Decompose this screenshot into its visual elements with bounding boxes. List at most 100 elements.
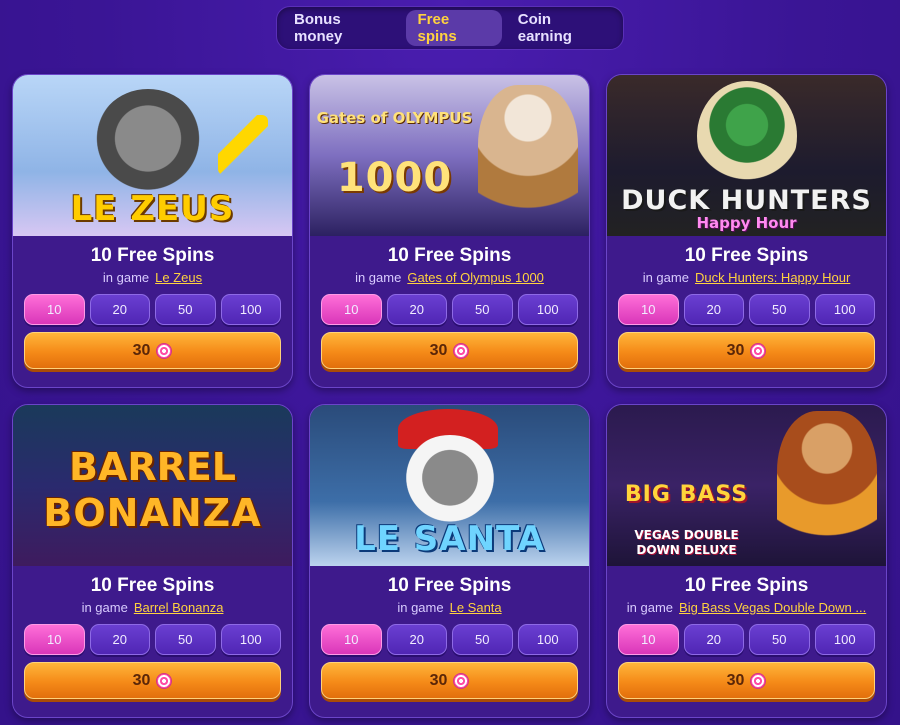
amount-option-50[interactable]: 50	[452, 294, 513, 325]
amount-option-10[interactable]: 10	[24, 294, 85, 325]
game-line: in game Big Bass Vegas Double Down ...	[607, 600, 886, 615]
cost-value: 30	[429, 671, 448, 689]
spins-title: 10 Free Spins	[90, 575, 215, 596]
in-game-label: in game	[81, 600, 128, 615]
lollipop-candy-icon	[750, 672, 767, 689]
tab-coin-earning[interactable]: Coin earning	[506, 10, 618, 46]
free-spin-card: LE SANTA 10 Free Spins in game Le Santa 1…	[309, 404, 590, 718]
amount-option-20[interactable]: 20	[683, 294, 744, 325]
game-line: in game Duck Hunters: Happy Hour	[607, 270, 886, 285]
amount-option-20[interactable]: 20	[683, 624, 744, 655]
game-logo-text: DUCK HUNTERS	[621, 185, 872, 216]
game-logo-subtext: BARREL	[68, 445, 237, 489]
amount-option-100[interactable]: 100	[220, 294, 281, 325]
game-link[interactable]: Duck Hunters: Happy Hour	[695, 270, 850, 285]
game-line: in game Le Santa	[310, 600, 589, 615]
lollipop-candy-icon	[156, 672, 173, 689]
cowboy-character-image	[777, 411, 877, 561]
free-spin-card: Gates of OLYMPUS 1000 10 Free Spins in g…	[309, 74, 590, 388]
spin-amount-selector: 10 20 50 100	[13, 624, 292, 655]
game-link[interactable]: Big Bass Vegas Double Down ...	[679, 600, 866, 615]
spins-title: 10 Free Spins	[90, 245, 215, 266]
amount-option-10[interactable]: 10	[618, 624, 679, 655]
game-logo-text: LE SANTA	[354, 519, 545, 559]
amount-option-50[interactable]: 50	[155, 624, 216, 655]
lollipop-candy-icon	[453, 672, 470, 689]
amount-option-100[interactable]: 100	[517, 294, 578, 325]
spins-title: 10 Free Spins	[684, 575, 809, 596]
game-thumbnail-big-bass-vegas[interactable]: BIG BASS VEGAS DOUBLE DOWN DELUXE	[607, 405, 886, 566]
amount-option-10[interactable]: 10	[24, 624, 85, 655]
cost-value: 30	[726, 671, 745, 689]
amount-option-50[interactable]: 50	[155, 294, 216, 325]
amount-option-20[interactable]: 20	[386, 294, 447, 325]
lollipop-candy-icon	[750, 342, 767, 359]
buy-spins-button[interactable]: 30	[618, 332, 875, 369]
buy-spins-button[interactable]: 30	[24, 332, 281, 369]
free-spin-card: BIG BASS VEGAS DOUBLE DOWN DELUXE 10 Fre…	[606, 404, 887, 718]
tab-bonus-money[interactable]: Bonus money	[282, 10, 402, 46]
raccoon-character-image	[93, 89, 203, 199]
game-logo-text: BIG BASS	[624, 482, 749, 507]
amount-option-10[interactable]: 10	[618, 294, 679, 325]
amount-option-10[interactable]: 10	[321, 624, 382, 655]
game-link[interactable]: Gates of Olympus 1000	[407, 270, 544, 285]
free-spin-card: LE ZEUS 10 Free Spins in game Le Zeus 10 …	[12, 74, 293, 388]
in-game-label: in game	[355, 270, 402, 285]
tab-free-spins[interactable]: Free spins	[405, 10, 502, 46]
cost-value: 30	[132, 341, 151, 359]
game-logo-subtext: VEGAS DOUBLE DOWN DELUXE	[634, 528, 739, 557]
in-game-label: in game	[397, 600, 444, 615]
amount-option-50[interactable]: 50	[749, 294, 810, 325]
spin-amount-selector: 10 20 50 100	[13, 294, 292, 325]
lightning-bolt-icon	[218, 115, 268, 175]
game-logo-subtext: Happy Hour	[696, 214, 797, 232]
spins-title: 10 Free Spins	[684, 245, 809, 266]
game-logo-subtext: Gates of OLYMPUS	[316, 109, 473, 127]
game-thumbnail-gates-of-olympus-1000[interactable]: Gates of OLYMPUS 1000	[310, 75, 589, 236]
buy-spins-button[interactable]: 30	[321, 332, 578, 369]
game-logo-text: LE ZEUS	[70, 189, 235, 229]
amount-option-20[interactable]: 20	[89, 624, 150, 655]
game-thumbnail-duck-hunters[interactable]: DUCK HUNTERS Happy Hour	[607, 75, 886, 236]
buy-spins-button[interactable]: 30	[618, 662, 875, 699]
spins-title: 10 Free Spins	[387, 245, 512, 266]
amount-option-100[interactable]: 100	[220, 624, 281, 655]
buy-spins-button[interactable]: 30	[321, 662, 578, 699]
free-spin-card: DUCK HUNTERS Happy Hour 10 Free Spins in…	[606, 74, 887, 388]
in-game-label: in game	[102, 270, 150, 285]
spins-title: 10 Free Spins	[387, 575, 512, 596]
game-link[interactable]: Barrel Bonanza	[134, 600, 224, 615]
buy-spins-button[interactable]: 30	[24, 662, 281, 699]
amount-option-50[interactable]: 50	[452, 624, 513, 655]
in-game-label: in game	[642, 270, 689, 285]
game-link[interactable]: Le Zeus	[155, 270, 202, 285]
reward-type-tabs: Bonus money Free spins Coin earning	[276, 6, 624, 50]
amount-option-20[interactable]: 20	[89, 294, 150, 325]
amount-option-20[interactable]: 20	[386, 624, 447, 655]
spin-amount-selector: 10 20 50 100	[310, 624, 589, 655]
game-thumbnail-le-santa[interactable]: LE SANTA	[310, 405, 589, 566]
game-line: in game Barrel Bonanza	[13, 600, 292, 615]
amount-option-100[interactable]: 100	[814, 294, 875, 325]
duck-character-image	[697, 81, 797, 191]
game-line: in game Le Zeus	[13, 270, 292, 285]
game-thumbnail-le-zeus[interactable]: LE ZEUS	[13, 75, 292, 236]
amount-option-50[interactable]: 50	[749, 624, 810, 655]
spin-amount-selector: 10 20 50 100	[607, 294, 886, 325]
amount-option-100[interactable]: 100	[517, 624, 578, 655]
spin-amount-selector: 10 20 50 100	[310, 294, 589, 325]
amount-option-100[interactable]: 100	[814, 624, 875, 655]
in-game-label: in game	[626, 600, 674, 615]
lollipop-candy-icon	[156, 342, 173, 359]
game-logo-text: BONANZA	[43, 491, 262, 535]
lollipop-candy-icon	[453, 342, 470, 359]
game-thumbnail-barrel-bonanza[interactable]: BARREL BONANZA	[13, 405, 292, 566]
zeus-character-image	[478, 85, 578, 235]
cost-value: 30	[429, 341, 448, 359]
game-link[interactable]: Le Santa	[450, 600, 502, 615]
spin-amount-selector: 10 20 50 100	[607, 624, 886, 655]
game-line: in game Gates of Olympus 1000	[310, 270, 589, 285]
free-spin-card: BARREL BONANZA 10 Free Spins in game Barr…	[12, 404, 293, 718]
amount-option-10[interactable]: 10	[321, 294, 382, 325]
